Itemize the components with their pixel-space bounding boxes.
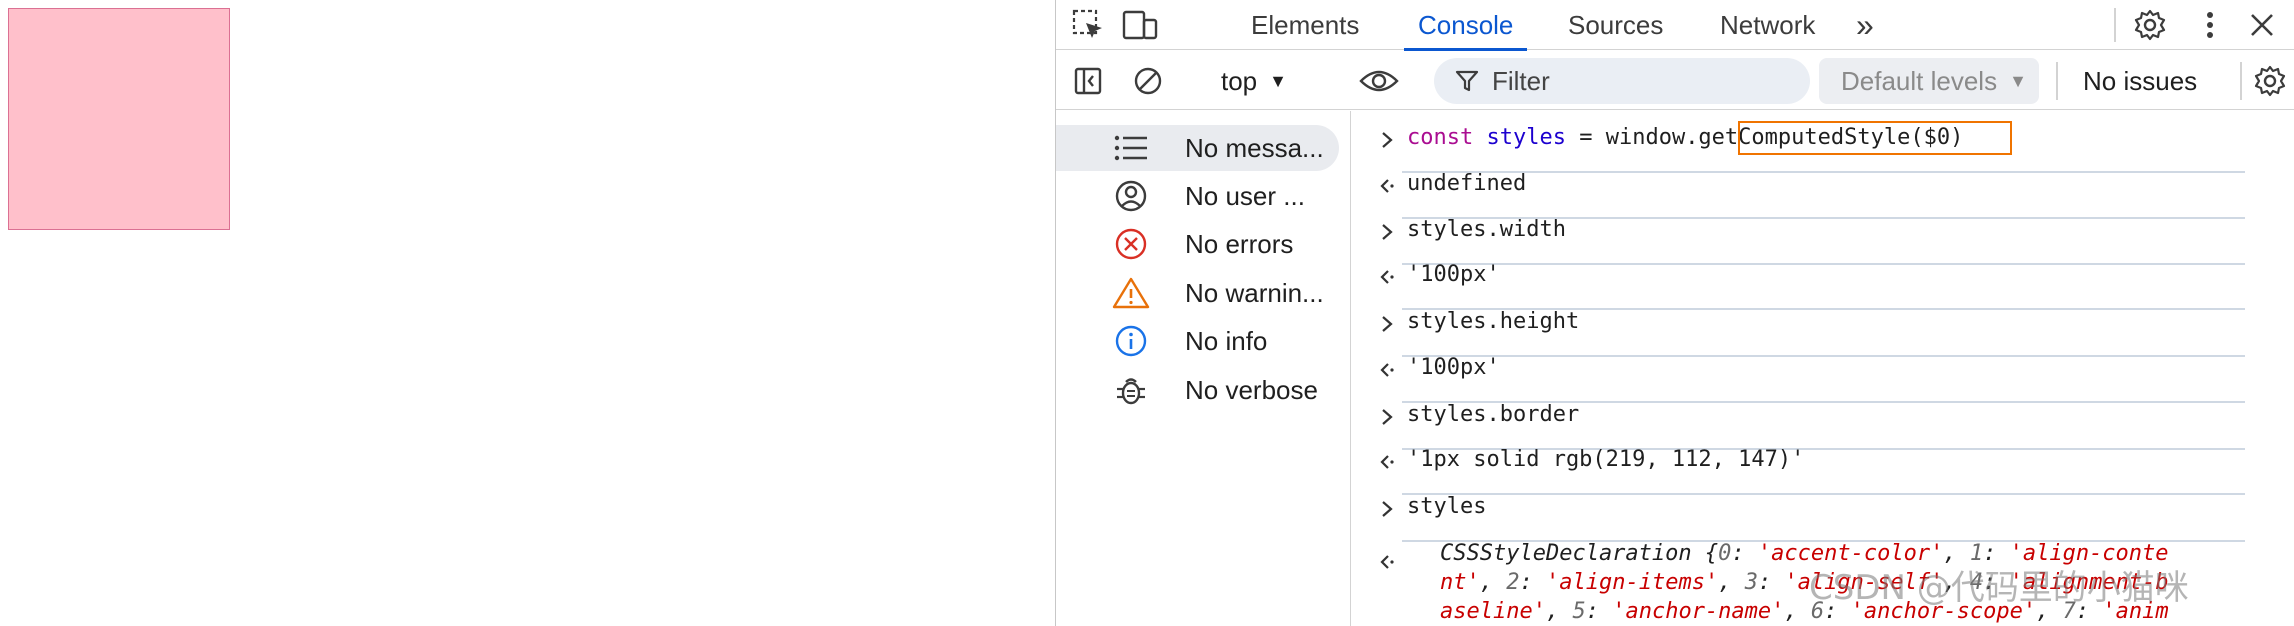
row-divider bbox=[1402, 171, 2245, 173]
devtools-tabbar: Elements Console Sources Network » bbox=[1056, 0, 2294, 51]
kebab-menu-icon[interactable] bbox=[2190, 0, 2230, 50]
console-code: styles.width bbox=[1407, 217, 1566, 242]
list-icon bbox=[1111, 128, 1151, 168]
console-result: '100px' bbox=[1407, 262, 1500, 287]
object-value: nt' bbox=[1440, 570, 1480, 595]
sidebar-toggle-icon[interactable] bbox=[1068, 56, 1108, 106]
sidebar-item-verbose[interactable]: No verbose bbox=[1056, 367, 1351, 413]
console-toolbar: top ▼ Filter Default levels ▼ No issues bbox=[1056, 52, 2294, 110]
object-value: 'align-items' bbox=[1546, 570, 1719, 595]
issues-counter[interactable]: No issues bbox=[2083, 63, 2197, 99]
console-result: '100px' bbox=[1407, 355, 1500, 380]
sidebar-item-label: No verbose bbox=[1185, 374, 1318, 405]
error-icon bbox=[1111, 224, 1151, 264]
input-prompt-icon bbox=[1372, 309, 1402, 339]
device-toolbar-icon[interactable] bbox=[1118, 0, 1162, 50]
sidebar-item-warnings[interactable]: No warnin... bbox=[1056, 270, 1351, 316]
input-prompt-icon bbox=[1372, 217, 1402, 247]
tab-console[interactable]: Console bbox=[1403, 0, 1528, 51]
object-value: aseline' bbox=[1440, 599, 1546, 624]
row-divider bbox=[1402, 263, 2245, 265]
chevron-down-icon: ▼ bbox=[2009, 70, 2027, 91]
console-code: styles.height bbox=[1407, 309, 1580, 334]
row-divider bbox=[1402, 355, 2245, 357]
settings-icon[interactable] bbox=[2128, 0, 2172, 50]
filter-placeholder: Filter bbox=[1492, 65, 1550, 96]
log-levels-dropdown[interactable]: Default levels ▼ bbox=[1819, 58, 2039, 104]
tab-elements[interactable]: Elements bbox=[1251, 0, 1359, 50]
sidebar-item-messages[interactable]: No messa... bbox=[1056, 125, 1339, 171]
sidebar-item-errors[interactable]: No errors bbox=[1056, 221, 1351, 267]
context-label: top bbox=[1221, 65, 1258, 96]
console-code: styles bbox=[1407, 494, 1487, 519]
output-return-icon bbox=[1372, 171, 1402, 201]
devtools-panel: Elements Console Sources Network » top ▼… bbox=[1055, 0, 2294, 626]
output-return-icon bbox=[1372, 355, 1402, 385]
filter-icon bbox=[1454, 68, 1480, 101]
highlight-box bbox=[1738, 121, 2012, 155]
input-prompt-icon bbox=[1372, 125, 1402, 155]
object-key: 2 bbox=[1506, 570, 1520, 595]
sidebar-item-label: No warnin... bbox=[1185, 277, 1324, 308]
sidebar-item-label: No errors bbox=[1185, 228, 1294, 259]
sidebar-item-label: No info bbox=[1185, 325, 1268, 356]
console-sidebar: No messa... No user ... No errors No war… bbox=[1056, 111, 1351, 626]
clear-console-icon[interactable] bbox=[1128, 56, 1168, 106]
pink-box bbox=[8, 8, 230, 230]
object-key: 3 bbox=[1744, 570, 1758, 595]
row-divider bbox=[1402, 493, 2245, 495]
object-key: 5 bbox=[1572, 599, 1586, 624]
tab-network[interactable]: Network bbox=[1720, 0, 1815, 50]
variable: styles bbox=[1486, 125, 1566, 150]
watermark: CSDN @代码里的小猫咪 bbox=[1809, 568, 2189, 608]
toolbar-divider bbox=[2056, 62, 2058, 100]
context-select[interactable]: top ▼ bbox=[1221, 63, 1287, 99]
console-result: '1px solid rgb(219, 112, 147)' bbox=[1407, 447, 1805, 472]
chevron-down-icon: ▼ bbox=[1269, 70, 1287, 91]
toolbar-divider bbox=[2240, 62, 2242, 100]
tab-sources[interactable]: Sources bbox=[1568, 0, 1663, 50]
sidebar-item-label: No messa... bbox=[1185, 132, 1324, 163]
info-icon bbox=[1111, 321, 1151, 361]
live-expression-eye-icon[interactable] bbox=[1354, 56, 1404, 106]
user-icon bbox=[1111, 176, 1151, 216]
input-prompt-icon bbox=[1372, 494, 1402, 524]
console-settings-icon[interactable] bbox=[2250, 56, 2290, 106]
more-tabs-icon[interactable]: » bbox=[1856, 0, 1874, 50]
object-class-name: CSSStyleDeclaration { bbox=[1440, 541, 1719, 566]
tabbar-divider bbox=[2114, 8, 2116, 42]
inspect-element-icon[interactable] bbox=[1068, 0, 1108, 50]
object-value: 'anchor-name' bbox=[1612, 599, 1785, 624]
input-prompt-icon bbox=[1372, 402, 1402, 432]
output-return-icon bbox=[1372, 262, 1402, 292]
close-icon[interactable] bbox=[2242, 0, 2282, 50]
keyword: const bbox=[1407, 125, 1474, 150]
log-levels-label: Default levels bbox=[1841, 65, 1998, 96]
warning-icon bbox=[1111, 273, 1151, 313]
sidebar-item-label: No user ... bbox=[1185, 180, 1305, 211]
console-output: const styles = window.getComputedStyle($… bbox=[1352, 111, 2294, 626]
sidebar-item-info[interactable]: No info bbox=[1056, 318, 1351, 364]
object-key: 0 bbox=[1718, 541, 1732, 566]
operator: = bbox=[1579, 125, 1593, 150]
output-return-icon bbox=[1372, 447, 1402, 477]
console-code: styles.border bbox=[1407, 402, 1580, 427]
bug-icon bbox=[1111, 370, 1151, 410]
filter-input[interactable]: Filter bbox=[1434, 58, 1810, 104]
sidebar-item-user[interactable]: No user ... bbox=[1056, 173, 1351, 219]
output-return-icon bbox=[1372, 547, 1402, 577]
console-result: undefined bbox=[1407, 171, 1527, 196]
